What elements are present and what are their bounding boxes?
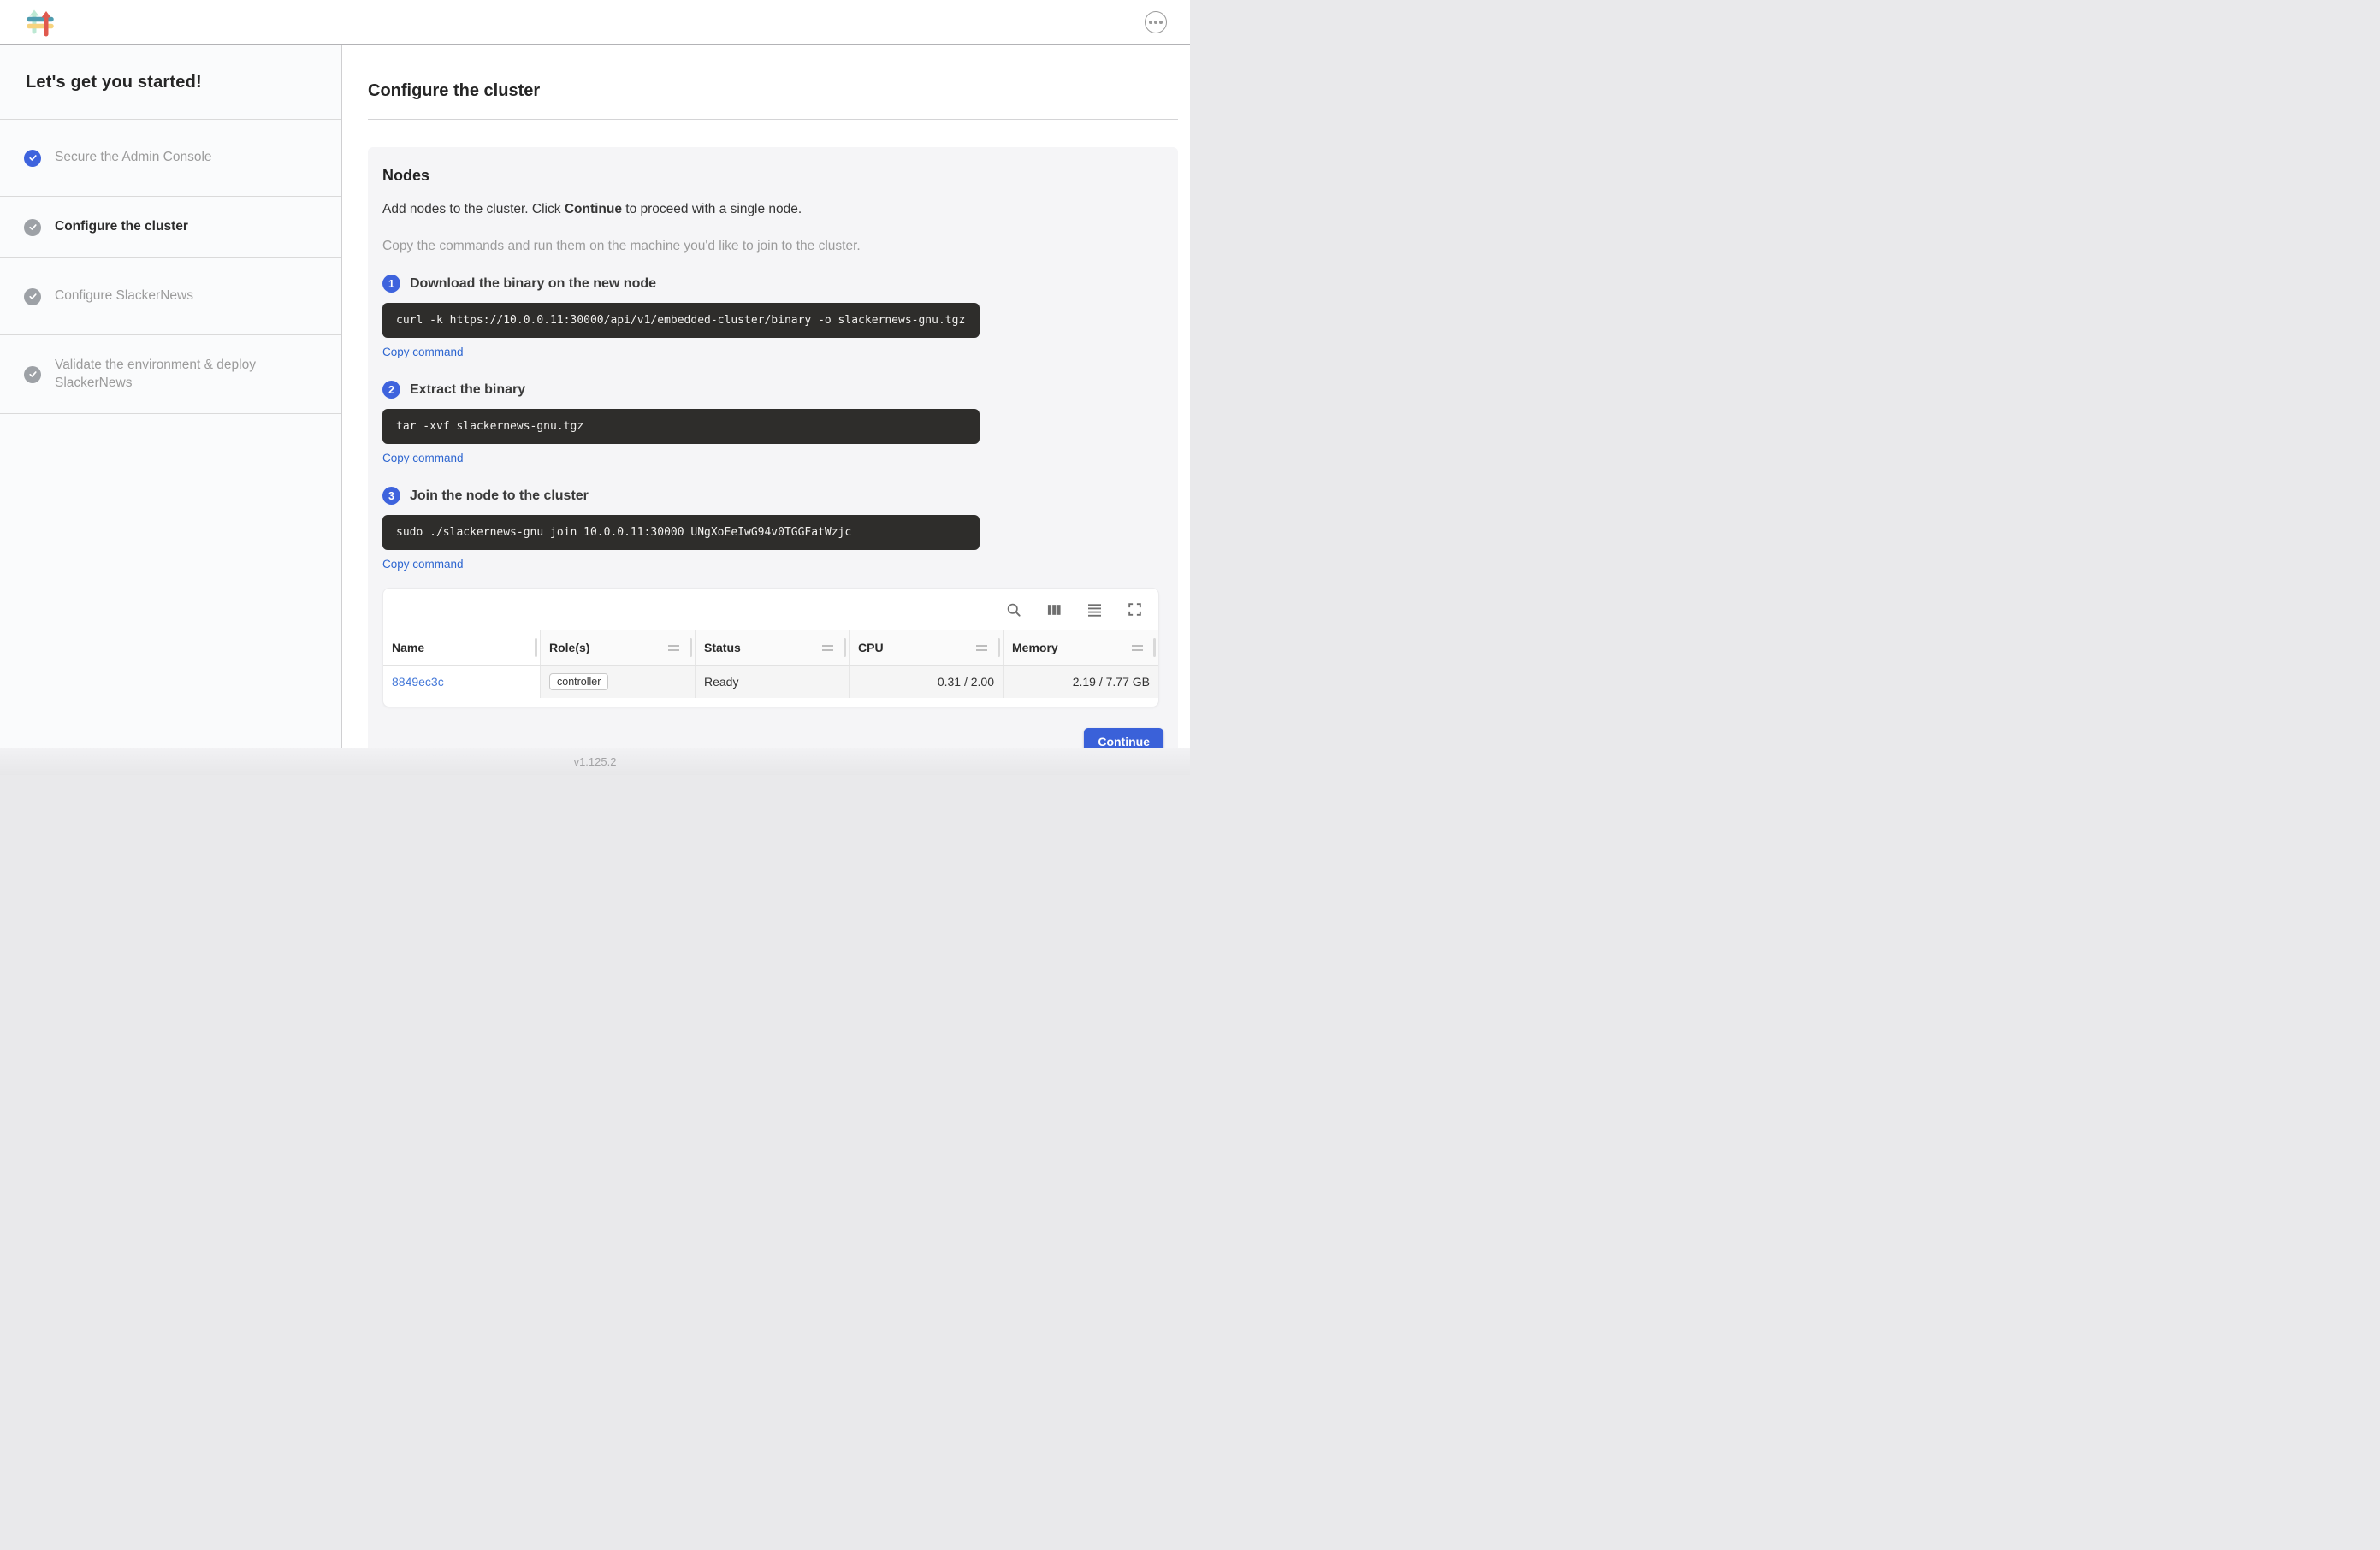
- copy-command-link-2[interactable]: Copy command: [382, 452, 464, 464]
- node-memory-cell: 2.19 / 7.77 GB: [1003, 666, 1158, 698]
- column-menu-icon[interactable]: [668, 645, 686, 651]
- check-circle-icon: [24, 288, 41, 305]
- node-link[interactable]: 8849ec3c: [392, 675, 444, 689]
- sidebar-item-secure-admin-console[interactable]: Secure the Admin Console: [0, 120, 341, 197]
- table-header-row: Name Role(s) Status CPU: [383, 630, 1158, 665]
- density-icon[interactable]: [1086, 601, 1104, 618]
- step-3-title: Join the node to the cluster: [410, 488, 589, 504]
- step-3-badge: 3: [382, 487, 400, 505]
- sidebar-heading: Let's get you started!: [0, 45, 341, 120]
- step-3-command: sudo ./slackernews-gnu join 10.0.0.11:30…: [382, 515, 980, 550]
- sidebar-item-configure-slackernews[interactable]: Configure SlackerNews: [0, 258, 341, 335]
- footer: v1.125.2: [0, 748, 1190, 775]
- step-3-heading: 3 Join the node to the cluster: [382, 487, 1163, 505]
- node-name-cell: 8849ec3c: [383, 666, 540, 698]
- nodes-intro: Add nodes to the cluster. Click Continue…: [382, 202, 1163, 217]
- column-header-name[interactable]: Name: [383, 630, 540, 665]
- version-label: v1.125.2: [574, 755, 617, 768]
- ellipsis-icon: [1149, 21, 1152, 24]
- step-2-heading: 2 Extract the binary: [382, 381, 1163, 399]
- sidebar-item-configure-cluster[interactable]: Configure the cluster: [0, 197, 341, 258]
- table-row: 8849ec3c controller Ready 0.31 / 2.00 2.…: [383, 665, 1158, 698]
- content: Let's get you started! Secure the Admin …: [0, 45, 1190, 748]
- view-columns-icon[interactable]: [1045, 601, 1063, 618]
- step-1-badge: 1: [382, 275, 400, 293]
- node-roles-cell: controller: [540, 666, 695, 698]
- check-circle-icon: [24, 366, 41, 383]
- column-header-cpu[interactable]: CPU: [849, 630, 1003, 665]
- admin-console-page: Let's get you started! Secure the Admin …: [0, 0, 1190, 775]
- table-toolbar: [383, 589, 1158, 630]
- page-title: Configure the cluster: [368, 81, 1178, 101]
- step-2-command: tar -xvf slackernews-gnu.tgz: [382, 409, 980, 444]
- step-1-command: curl -k https://10.0.0.11:30000/api/v1/e…: [382, 303, 980, 338]
- nodes-table: Name Role(s) Status CPU: [382, 588, 1159, 707]
- step-2-badge: 2: [382, 381, 400, 399]
- node-status-cell: Ready: [695, 666, 849, 698]
- nodes-hint: Copy the commands and run them on the ma…: [382, 239, 1163, 254]
- main-panel: Configure the cluster Nodes Add nodes to…: [342, 45, 1190, 748]
- slackernews-logo[interactable]: [23, 5, 57, 39]
- column-menu-icon[interactable]: [1132, 645, 1150, 651]
- column-header-roles[interactable]: Role(s): [540, 630, 695, 665]
- step-1-title: Download the binary on the new node: [410, 276, 656, 292]
- title-divider: [368, 119, 1178, 120]
- overflow-menu-button[interactable]: [1145, 11, 1167, 33]
- sidebar-item-label: Configure SlackerNews: [55, 287, 193, 305]
- copy-command-link-3[interactable]: Copy command: [382, 558, 464, 571]
- setup-steps-sidebar: Let's get you started! Secure the Admin …: [0, 45, 342, 748]
- step-1-heading: 1 Download the binary on the new node: [382, 275, 1163, 293]
- sidebar-item-label: Configure the cluster: [55, 218, 188, 236]
- check-circle-icon: [24, 150, 41, 167]
- check-circle-icon: [24, 219, 41, 236]
- search-icon[interactable]: [1005, 601, 1022, 618]
- sidebar-title: Let's get you started!: [26, 73, 202, 92]
- copy-command-link-1[interactable]: Copy command: [382, 346, 464, 358]
- step-2-title: Extract the binary: [410, 382, 525, 398]
- sidebar-item-validate-deploy[interactable]: Validate the environment & deploy Slacke…: [0, 335, 341, 414]
- nodes-card-title: Nodes: [382, 167, 1163, 185]
- node-cpu-cell: 0.31 / 2.00: [849, 666, 1003, 698]
- sidebar-item-label: Validate the environment & deploy Slacke…: [55, 357, 311, 393]
- column-menu-icon[interactable]: [822, 645, 840, 651]
- nodes-card: Nodes Add nodes to the cluster. Click Co…: [368, 147, 1178, 748]
- column-header-memory[interactable]: Memory: [1003, 630, 1158, 665]
- column-menu-icon[interactable]: [976, 645, 994, 651]
- fullscreen-icon[interactable]: [1127, 601, 1143, 618]
- card-actions: Continue: [382, 728, 1163, 748]
- continue-button[interactable]: Continue: [1084, 728, 1163, 748]
- column-header-status[interactable]: Status: [695, 630, 849, 665]
- sidebar-item-label: Secure the Admin Console: [55, 149, 212, 167]
- top-nav: [0, 0, 1190, 45]
- role-chip: controller: [549, 673, 608, 690]
